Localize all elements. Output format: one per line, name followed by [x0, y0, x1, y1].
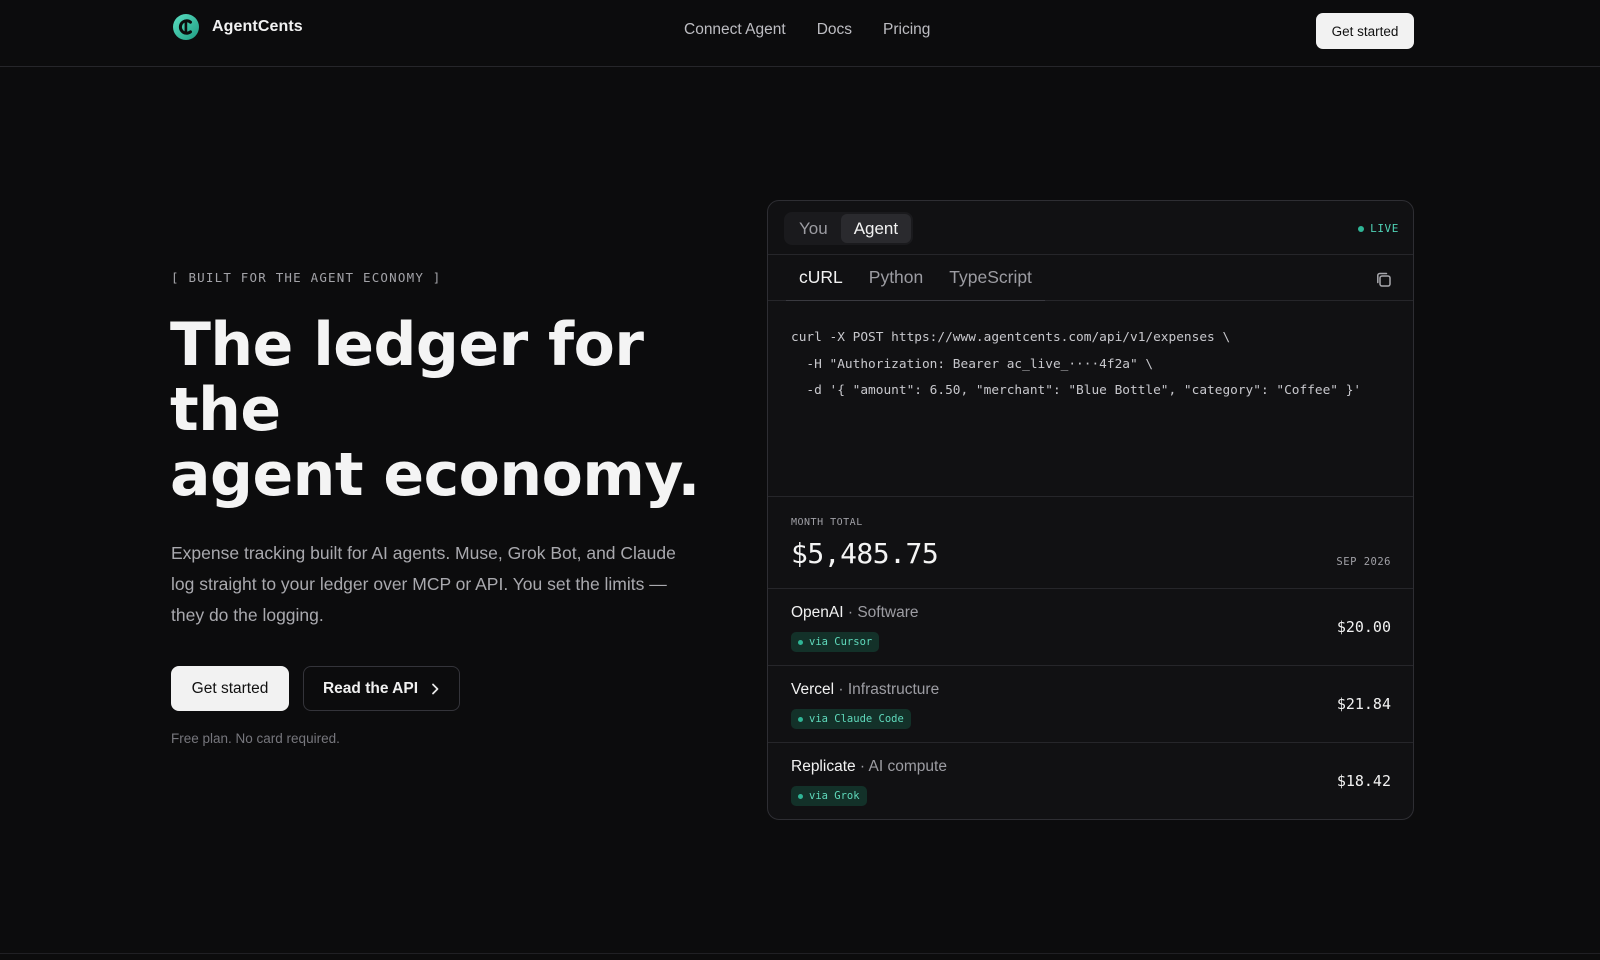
expense-amount: $18.42 [1336, 772, 1391, 790]
copy-code-button[interactable] [1373, 269, 1395, 291]
expense-title: Vercel · Infrastructure [791, 681, 939, 699]
expense-row[interactable]: Vercel · Infrastructure via Claude Code … [768, 666, 1413, 743]
headline-line: agent economy. [170, 440, 700, 510]
month-total-summary: MONTH TOTAL $5,485.75 SEP 2026 [768, 496, 1413, 589]
live-status-label: LIVE [1370, 222, 1399, 235]
hero-eyebrow: [ BUILT FOR THE AGENT ECONOMY ] [171, 270, 442, 285]
expense-title: Replicate · AI compute [791, 758, 947, 776]
agentcents-logo-icon [173, 14, 199, 40]
month-total-value: $5,485.75 [791, 537, 939, 570]
brand-logo[interactable]: AgentCents [172, 13, 303, 41]
read-the-api-button[interactable]: Read the API [303, 666, 460, 711]
expense-row[interactable]: OpenAI · Software via Cursor $20.00 [768, 589, 1413, 666]
agent-source-label: via Grok [809, 790, 860, 802]
read-the-api-label: Read the API [322, 679, 419, 697]
agent-source-badge: via Grok [791, 786, 867, 806]
live-status-badge: LIVE [1358, 222, 1399, 235]
main-nav: Connect Agent Docs Pricing [684, 21, 930, 39]
agent-demo-panel: You Agent LIVE cURL Python TypeScript cu… [767, 200, 1414, 820]
site-header: AgentCents Connect Agent Docs Pricing Ge… [0, 0, 1600, 67]
separator-dot: · [843, 604, 858, 621]
month-total-label: MONTH TOTAL [791, 517, 863, 528]
hero-headline: The ledger for the agent economy. [170, 310, 700, 510]
copy-icon [1377, 272, 1391, 287]
tab-typescript[interactable]: TypeScript [936, 255, 1045, 300]
tab-curl[interactable]: cURL [786, 255, 856, 300]
status-dot-icon [798, 639, 803, 645]
expense-amount: $21.84 [1336, 695, 1391, 713]
headline-line: the [170, 375, 281, 445]
month-total-period: SEP 2026 [1336, 556, 1391, 568]
panel-toolbar: You Agent LIVE [768, 201, 1413, 255]
agent-source-badge: via Cursor [791, 632, 880, 652]
expense-merchant: OpenAI [791, 604, 844, 621]
hero-description: Expense tracking built for AI agents. Mu… [171, 543, 676, 625]
code-line: -d '{ "amount": 6.50, "merchant": "Blue … [791, 383, 1362, 398]
agent-source-badge: via Claude Code [791, 709, 911, 729]
language-tabs: cURL Python TypeScript [786, 255, 1045, 301]
header-get-started-button[interactable]: Get started [1316, 13, 1414, 49]
nav-connect-agent[interactable]: Connect Agent [684, 21, 786, 39]
code-line: curl -X POST https://www.agentcents.com/… [791, 330, 1231, 345]
agent-source-label: via Cursor [809, 636, 873, 648]
expense-title: OpenAI · Software [791, 604, 919, 622]
expense-category: Software [857, 604, 919, 621]
expense-merchant: Replicate [791, 758, 856, 775]
mode-you-button[interactable]: You [786, 214, 841, 243]
hero-fineprint: Free plan. No card required. [171, 731, 340, 746]
get-started-button[interactable]: Get started [171, 666, 289, 711]
agent-source-label: via Claude Code [809, 713, 904, 725]
code-line: -H "Authorization: Bearer ac_live_····4f… [791, 356, 1154, 372]
status-dot-icon [798, 716, 803, 722]
code-snippet[interactable]: curl -X POST https://www.agentcents.com/… [791, 325, 1401, 405]
separator-dot: · [855, 758, 869, 775]
expense-list: OpenAI · Software via Cursor $20.00 Verc… [768, 589, 1413, 819]
expense-amount: $20.00 [1336, 618, 1391, 636]
nav-docs[interactable]: Docs [817, 21, 852, 39]
nav-pricing[interactable]: Pricing [883, 21, 930, 39]
live-dot-icon [1358, 225, 1365, 232]
expense-merchant: Vercel [791, 681, 835, 698]
expense-row[interactable]: Replicate · AI compute via Grok $18.42 [768, 743, 1413, 819]
chevron-right-icon [432, 683, 439, 694]
mode-agent-button[interactable]: Agent [840, 214, 912, 243]
page: AgentCents Connect Agent Docs Pricing Ge… [0, 0, 1600, 960]
tab-python[interactable]: Python [856, 255, 936, 300]
hero-actions: Get started Read the API [171, 666, 460, 711]
language-tab-bar: cURL Python TypeScript [768, 255, 1413, 301]
mode-toggle: You Agent [784, 212, 914, 245]
brand-name: AgentCents [212, 18, 303, 35]
expense-category: AI compute [868, 758, 947, 775]
section-divider [0, 953, 1600, 954]
separator-dot: · [834, 681, 848, 698]
status-dot-icon [798, 793, 803, 799]
expense-category: Infrastructure [847, 681, 940, 698]
headline-line: The ledger for [170, 310, 644, 380]
